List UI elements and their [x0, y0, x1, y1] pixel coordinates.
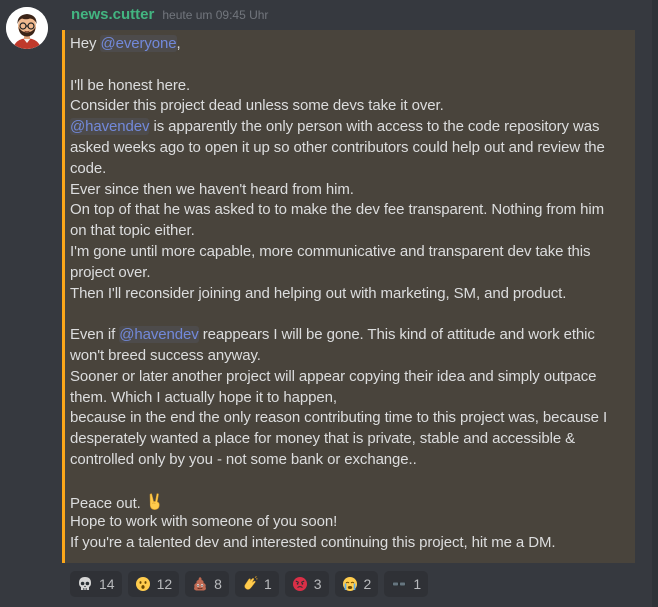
message-content: Hey @everyone, I'll be honest here. Cons…	[70, 34, 632, 554]
text: Hey	[70, 35, 101, 52]
angry-face-icon	[292, 576, 308, 592]
poop-icon	[192, 576, 208, 592]
reactions-bar: 14 12 8 1 3 2 1	[70, 571, 429, 597]
glasses-icon	[391, 576, 407, 592]
avatar-man-icon	[6, 7, 48, 49]
reaction-count: 12	[156, 576, 173, 592]
message-line: Then I'll reconsider joining and helping…	[70, 284, 567, 302]
hushed-face-icon	[135, 576, 151, 592]
mention-everyone[interactable]: @everyone	[100, 35, 177, 52]
message-line: code.	[70, 159, 107, 177]
reaction-hushed[interactable]: 12	[127, 571, 180, 597]
message-line: @havendev is apparently the only person …	[70, 117, 632, 138]
message-line: On top of that he was asked to to make t…	[70, 201, 604, 219]
message-line: Hey @everyone,	[70, 34, 632, 55]
timestamp[interactable]: heute um 09:45 Uhr	[162, 8, 268, 22]
message-line: won't breed success anyway.	[70, 346, 261, 364]
mention-user[interactable]: @havendev	[119, 326, 199, 344]
message-header: news.cutter heute um 09:45 Uhr	[71, 6, 268, 28]
message-line: Hope to work with someone of you soon!	[70, 513, 338, 531]
clapping-hands-icon	[242, 576, 258, 592]
message-line: Sooner or later another project will app…	[70, 367, 597, 385]
text: reappears I will be gone. This kind of a…	[198, 326, 595, 344]
reaction-angry[interactable]: 3	[284, 571, 329, 597]
crying-face-icon	[342, 576, 358, 592]
mention-user[interactable]: @havendev	[70, 118, 149, 136]
reaction-count: 1	[413, 576, 422, 592]
message-line: project over.	[70, 263, 151, 281]
text: Even if	[70, 326, 120, 344]
reaction-count: 3	[313, 576, 322, 592]
message-line: desperately wanted a place for money tha…	[70, 430, 576, 448]
username[interactable]: news.cutter	[71, 6, 154, 23]
message-line: Peace out.	[70, 492, 632, 513]
reaction-glasses[interactable]: 1	[384, 571, 429, 597]
reaction-poop[interactable]: 8	[185, 571, 229, 597]
reaction-count: 2	[363, 576, 372, 592]
message-line: on that topic either.	[70, 222, 195, 240]
text: Peace out.	[70, 494, 141, 512]
reaction-count: 14	[99, 576, 115, 592]
message-line: controlled only by you - not some bank o…	[70, 450, 417, 468]
text: is apparently the only person with acces…	[149, 118, 600, 136]
message-line: because in the end the only reason contr…	[70, 409, 608, 427]
message-line: asked weeks ago to open it up so other c…	[70, 138, 605, 156]
message-line: I'm gone until more capable, more commun…	[70, 242, 591, 260]
victory-hand-icon	[145, 492, 164, 511]
message-line: If you're a talented dev and interested …	[70, 534, 556, 552]
scrollbar-track[interactable]	[652, 0, 658, 607]
reaction-cry[interactable]: 2	[334, 571, 379, 597]
message-line: Even if @havendev reappears I will be go…	[70, 325, 632, 346]
message-line: Ever since then we haven't heard from hi…	[70, 180, 354, 198]
message-line: I'll be honest here.	[70, 76, 191, 94]
avatar[interactable]	[6, 7, 48, 49]
text: ,	[176, 35, 181, 52]
reaction-count: 8	[214, 576, 222, 592]
skull-icon	[77, 576, 93, 592]
reaction-count: 1	[263, 576, 272, 592]
reaction-clap[interactable]: 1	[234, 571, 279, 597]
chat-message: news.cutter heute um 09:45 Uhr Hey @ever…	[0, 0, 658, 607]
reaction-skull[interactable]: 14	[70, 571, 122, 597]
message-line: them. Which I actually hope it to happen…	[70, 388, 337, 406]
message-line: Consider this project dead unless some d…	[70, 97, 444, 115]
